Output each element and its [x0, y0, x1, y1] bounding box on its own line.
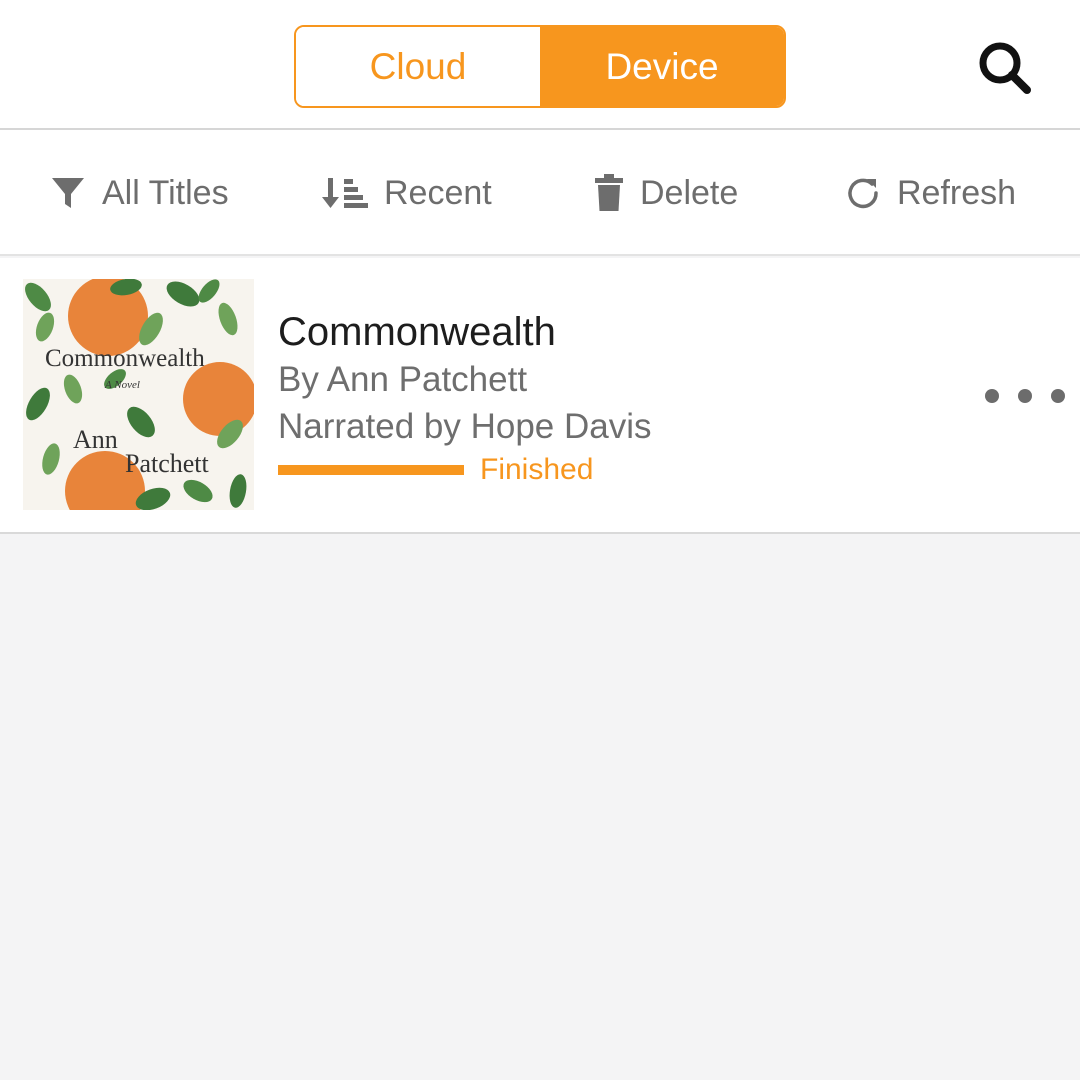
progress-bar: [278, 465, 464, 475]
sort-recent-button[interactable]: Recent: [322, 170, 492, 216]
search-icon: [979, 42, 1031, 94]
search-button[interactable]: [975, 38, 1035, 98]
tab-device[interactable]: Device: [540, 27, 784, 106]
book-info[interactable]: Commonwealth By Ann Patchett Narrated by…: [278, 308, 652, 490]
filter-label: All Titles: [102, 173, 229, 212]
source-segmented-control: Cloud Device: [294, 25, 786, 108]
cover-author-last: Patchett: [125, 449, 209, 478]
delete-button[interactable]: Delete: [594, 170, 738, 216]
trash-icon: [594, 174, 624, 212]
book-author: By Ann Patchett: [278, 360, 528, 399]
more-icon-dot: [1051, 389, 1065, 403]
refresh-icon: [845, 175, 881, 211]
library-list: Commonwealth A Novel Ann Patchett Common…: [0, 258, 1080, 534]
more-icon-dot: [1018, 389, 1032, 403]
sort-icon: [322, 175, 368, 211]
progress-bar-fill: [278, 465, 464, 475]
more-options-button[interactable]: [985, 376, 1065, 416]
sort-label: Recent: [384, 173, 492, 212]
progress-row: Finished: [278, 450, 652, 490]
more-icon: [985, 389, 999, 403]
refresh-label: Refresh: [897, 173, 1017, 212]
cover-author-first: Ann: [73, 425, 118, 454]
book-cover[interactable]: Commonwealth A Novel Ann Patchett: [23, 279, 254, 510]
book-narrator: Narrated by Hope Davis: [278, 407, 652, 446]
cover-title: Commonwealth: [45, 345, 205, 372]
filter-all-titles-button[interactable]: All Titles: [50, 170, 229, 216]
cover-subtitle: A Novel: [105, 379, 140, 391]
delete-label: Delete: [640, 173, 739, 212]
refresh-button[interactable]: Refresh: [845, 170, 1016, 216]
top-bar: Cloud Device: [0, 0, 1080, 130]
status-label: Finished: [480, 453, 594, 486]
tab-cloud[interactable]: Cloud: [296, 27, 540, 106]
filter-icon: [50, 175, 86, 211]
library-toolbar: All Titles Recent Delete Refresh: [0, 130, 1080, 256]
book-title: Commonwealth: [278, 310, 556, 354]
